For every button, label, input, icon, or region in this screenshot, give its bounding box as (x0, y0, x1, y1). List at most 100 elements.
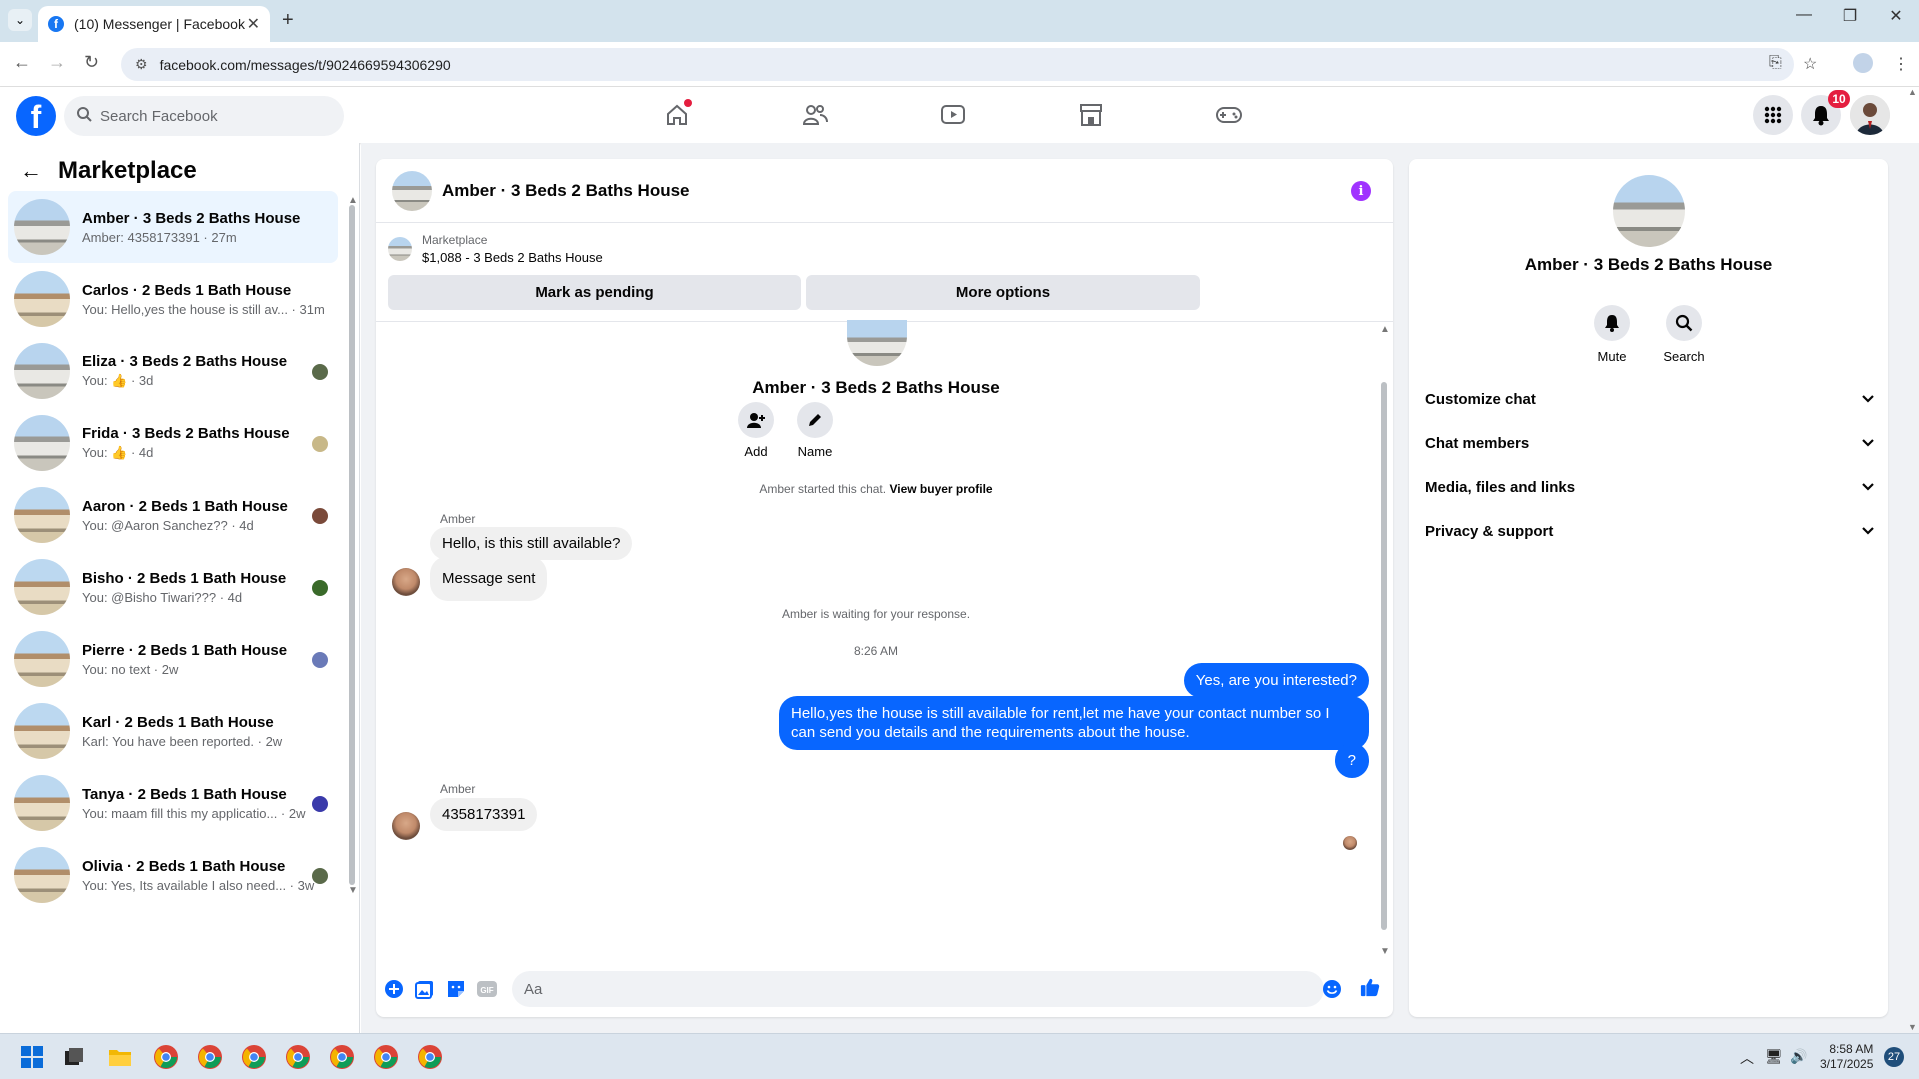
mark-pending-button[interactable]: Mark as pending (388, 275, 801, 310)
forward-icon[interactable]: → (48, 52, 66, 73)
close-tab-icon[interactable]: ✕ (247, 14, 260, 34)
chat-title[interactable]: Amber · 3 Beds 2 Baths House (442, 181, 690, 201)
sender-avatar[interactable] (392, 812, 420, 840)
outgoing-message[interactable]: Yes, are you interested? (1183, 663, 1369, 698)
conversation-preview: Amber: 4358173391 · 27m (82, 229, 237, 245)
chrome-taskbar-icon[interactable] (240, 1043, 268, 1071)
view-buyer-profile-link[interactable]: View buyer profile (889, 482, 992, 496)
photo-icon[interactable] (415, 979, 435, 999)
message-scrollbar[interactable]: ▲ ▼ (1378, 324, 1390, 957)
plus-circle-icon[interactable] (384, 979, 404, 999)
sender-avatar[interactable] (392, 568, 420, 596)
incoming-message[interactable]: 4358173391 (430, 798, 538, 831)
listing-summary[interactable]: Marketplace $1,088 - 3 Beds 2 Baths Hous… (388, 233, 603, 265)
sticker-icon[interactable] (446, 979, 466, 999)
conversation-text: Frida · 3 Beds 2 Baths House You: 👍 · 4d (82, 425, 332, 461)
minimize-icon[interactable]: — (1784, 6, 1824, 24)
listing-source: Marketplace (422, 233, 488, 247)
menu-icon[interactable]: ⋮ (1893, 54, 1909, 74)
incoming-message[interactable]: Message sent (430, 556, 548, 601)
search-conversation-button[interactable]: Search (1649, 305, 1719, 364)
message-input[interactable]: Aa (512, 971, 1324, 1007)
chrome-taskbar-icon[interactable] (328, 1043, 356, 1071)
details-name: Amber · 3 Beds 2 Baths House (1524, 255, 1773, 274)
sender-name: Amber (440, 782, 476, 796)
details-section[interactable]: Chat members (1425, 425, 1875, 461)
task-view-icon[interactable] (60, 1043, 88, 1071)
account-avatar[interactable] (1850, 95, 1890, 135)
restore-icon[interactable]: ❐ (1830, 6, 1870, 26)
gaming-icon[interactable] (1214, 101, 1244, 129)
start-windows-icon[interactable] (18, 1043, 46, 1071)
conversation-item[interactable]: Amber · 3 Beds 2 Baths House Amber: 43581… (8, 191, 338, 263)
conversation-item[interactable]: Karl · 2 Beds 1 Bath House Karl: You have… (8, 695, 338, 767)
mute-label: Mute (1597, 349, 1627, 364)
install-app-icon[interactable]: ⎘ (1769, 54, 1782, 72)
chat-avatar[interactable] (392, 170, 432, 211)
search-input[interactable]: Search Facebook (64, 96, 344, 136)
outgoing-message[interactable]: Hello,yes the house is still available f… (779, 696, 1369, 750)
tab-search-button[interactable]: ⌄ (8, 9, 32, 31)
emoji-icon[interactable] (1322, 979, 1342, 999)
conversation-preview: You: @Bisho Tiwari??? · 4d (82, 589, 243, 605)
details-section-label: Customize chat (1425, 390, 1536, 408)
conversation-item[interactable]: Eliza · 3 Beds 2 Baths House You: 👍 · 3d (8, 335, 338, 407)
conversation-avatar (14, 415, 70, 471)
back-icon[interactable]: ← (13, 52, 31, 73)
marketplace-icon[interactable] (1076, 101, 1106, 129)
site-info-icon[interactable]: ⚙ (135, 56, 148, 73)
chrome-taskbar-icon[interactable] (372, 1043, 400, 1071)
conversation-item[interactable]: Carlos · 2 Beds 1 Bath House You: Hello,y… (8, 263, 338, 335)
conversation-item[interactable]: Aaron · 2 Beds 1 Bath House You: @Aaron S… (8, 479, 338, 551)
conversation-item[interactable]: Pierre · 2 Beds 1 Bath House You: no text… (8, 623, 338, 695)
more-options-button[interactable]: More options (806, 275, 1200, 310)
clock[interactable]: 8:58 AM 3/17/2025 (1820, 1042, 1873, 1072)
outgoing-message[interactable]: ? (1334, 743, 1369, 778)
facebook-logo-icon[interactable]: f (16, 96, 56, 136)
name-label: Name (797, 444, 833, 459)
url-field[interactable]: ⚙ facebook.com/messages/t/90246695943062… (121, 48, 1794, 81)
conversation-avatar (14, 559, 70, 615)
sidebar-scrollbar[interactable]: ▲ ▼ (348, 195, 358, 896)
info-icon[interactable]: i (1351, 181, 1371, 201)
chrome-taskbar-icon[interactable] (284, 1043, 312, 1071)
friends-icon[interactable] (800, 101, 830, 129)
read-receipt-avatar (312, 868, 328, 884)
edit-name-button[interactable]: Name (785, 402, 845, 459)
network-icon[interactable]: 🖥 (1765, 1048, 1783, 1065)
mute-button[interactable]: Mute (1577, 305, 1647, 364)
conversation-item[interactable]: Tanya · 2 Beds 1 Bath House You: maam fil… (8, 767, 338, 839)
conversation-item[interactable]: Bisho · 2 Beds 1 Bath House You: @Bisho T… (8, 551, 338, 623)
add-label: Add (744, 444, 768, 459)
reload-icon[interactable]: ↻ (84, 52, 99, 73)
add-member-button[interactable]: Add (726, 402, 786, 459)
thumbs-up-icon[interactable] (1360, 977, 1380, 997)
details-section[interactable]: Privacy & support (1425, 513, 1875, 549)
details-section[interactable]: Customize chat (1425, 381, 1875, 417)
conversation-item[interactable]: Olivia · 2 Beds 1 Bath House You: Yes, It… (8, 839, 338, 911)
chrome-taskbar-icon[interactable] (196, 1043, 224, 1071)
tray-chevron-icon[interactable]: ︿ (1740, 1048, 1754, 1068)
notification-count-badge[interactable]: 27 (1884, 1047, 1904, 1067)
details-avatar (1613, 175, 1685, 247)
details-section[interactable]: Media, files and links (1425, 469, 1875, 505)
details-section-label: Privacy & support (1425, 522, 1554, 540)
chat-started-notice: Amber started this chat. View buyer prof… (376, 482, 1376, 496)
back-arrow-icon[interactable]: ← (20, 158, 42, 184)
menu-grid-icon[interactable] (1753, 95, 1793, 135)
page-scrollbar[interactable]: ▲ ▼ (1907, 87, 1919, 1033)
bookmark-star-icon[interactable]: ☆ (1803, 54, 1817, 74)
new-tab-button[interactable]: + (282, 9, 294, 32)
chrome-taskbar-icon[interactable] (152, 1043, 180, 1071)
conversation-item[interactable]: Frida · 3 Beds 2 Baths House You: 👍 · 4d (8, 407, 338, 479)
file-explorer-icon[interactable] (106, 1043, 134, 1071)
browser-tab[interactable]: f (10) Messenger | Facebook ✕ (38, 6, 270, 42)
clock-date: 3/17/2025 (1820, 1057, 1874, 1071)
conversation-avatar (14, 703, 70, 759)
gif-icon[interactable]: GIF (477, 979, 497, 999)
profile-icon[interactable] (1853, 53, 1873, 73)
volume-icon[interactable]: 🔊 (1790, 1048, 1807, 1065)
watch-icon[interactable] (938, 101, 968, 129)
close-window-icon[interactable]: ✕ (1876, 6, 1916, 26)
chrome-taskbar-icon[interactable] (416, 1043, 444, 1071)
